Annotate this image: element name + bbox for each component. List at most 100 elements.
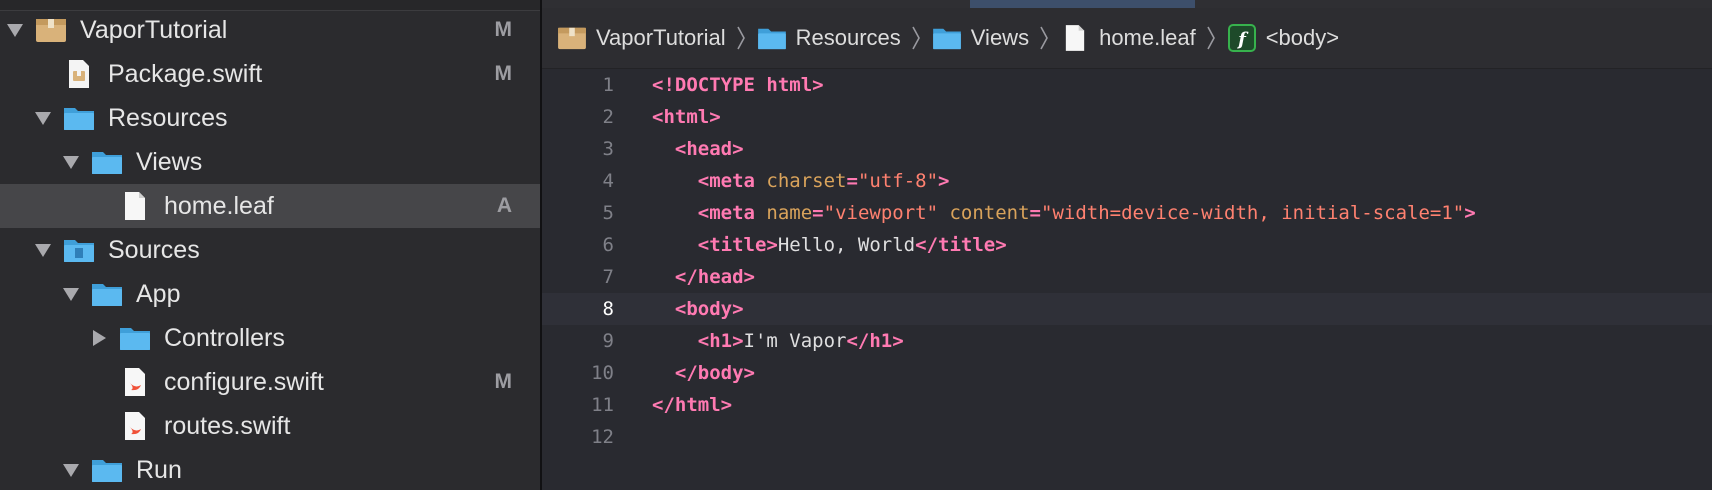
code-token: >	[1464, 202, 1476, 224]
nav-item-label: App	[136, 279, 181, 308]
code-line[interactable]: 5 <meta name="viewport" content="width=d…	[542, 197, 1712, 229]
breadcrumb-vaportutorial[interactable]: VaporTutorial	[556, 24, 726, 52]
folder-icon	[756, 24, 788, 52]
nav-item-label: Resources	[108, 103, 228, 132]
breadcrumb-home-leaf[interactable]: home.leaf	[1059, 24, 1196, 52]
project-package-icon	[556, 24, 588, 52]
line-number: 11	[591, 394, 614, 416]
nav-item-label: Package.swift	[108, 59, 263, 88]
code-token: charset	[766, 170, 847, 192]
code-token: </body>	[674, 362, 755, 384]
file-icon	[1059, 24, 1091, 52]
code-area[interactable]: 1 <!DOCTYPE html> 2 <html> 3 <head> 4 <meta c…	[542, 69, 1712, 490]
folder-icon	[62, 103, 96, 133]
code-line[interactable]: 1 <!DOCTYPE html>	[542, 69, 1712, 101]
breadcrumb-label: Views	[970, 25, 1030, 50]
project-package-icon	[34, 15, 68, 45]
disclosure-expanded-icon[interactable]	[60, 459, 82, 481]
nav-item-label: configure.swift	[164, 367, 324, 396]
jump-bar: VaporTutorial Resources Views home.leaf …	[542, 8, 1712, 69]
nav-item-run[interactable]: Run	[0, 448, 540, 490]
breadcrumb-views[interactable]: Views	[931, 24, 1029, 52]
nav-item-sources[interactable]: Sources	[0, 228, 540, 272]
code-line[interactable]: 11 </html>	[542, 389, 1712, 421]
folder-icon	[118, 323, 152, 353]
nav-item-configure-swift[interactable]: configure.swift M	[0, 360, 540, 404]
code-line[interactable]: 4 <meta charset="utf-8">	[542, 165, 1712, 197]
code-line[interactable]: 2 <html>	[542, 101, 1712, 133]
swift-file-icon	[118, 367, 152, 397]
code-token: =	[812, 202, 824, 224]
code-token: >	[938, 170, 950, 192]
nav-item-views[interactable]: Views	[0, 140, 540, 184]
folder-icon	[90, 455, 124, 485]
disclosure-expanded-icon[interactable]	[32, 239, 54, 261]
breadcrumb-body[interactable]: f <body>	[1226, 24, 1339, 52]
nav-item-resources[interactable]: Resources	[0, 96, 540, 140]
nav-item-label: Sources	[108, 235, 200, 264]
nav-item-controllers[interactable]: Controllers	[0, 316, 540, 360]
disclosure-collapsed-icon[interactable]	[88, 327, 110, 349]
nav-item-label: Controllers	[164, 323, 285, 352]
disclosure-expanded-icon[interactable]	[60, 283, 82, 305]
code-token: content	[949, 202, 1030, 224]
line-number: 12	[591, 426, 614, 448]
code-token: </head>	[674, 266, 755, 288]
line-number: 5	[602, 202, 614, 224]
breadcrumb-label: home.leaf	[1099, 25, 1196, 50]
code-line[interactable]: 9 <h1>I'm Vapor</h1>	[542, 325, 1712, 357]
code-line[interactable]: 3 <head>	[542, 133, 1712, 165]
disclosure-expanded-icon[interactable]	[32, 107, 54, 129]
code-token: </h1>	[846, 330, 904, 352]
code-text: </body>	[652, 362, 755, 384]
nav-item-package-swift[interactable]: Package.swift M	[0, 52, 540, 96]
code-token: </title>	[915, 234, 1007, 256]
active-tab-indicator[interactable]	[970, 0, 1195, 8]
code-token: <title>	[697, 234, 778, 256]
code-token: <meta	[697, 202, 767, 224]
nav-item-home-leaf[interactable]: home.leaf A	[0, 184, 540, 228]
line-number: 9	[602, 330, 614, 352]
code-text: <meta charset="utf-8">	[652, 170, 950, 192]
code-line[interactable]: 12	[542, 421, 1712, 453]
code-token: "width=device-width, initial-scale=1"	[1041, 202, 1465, 224]
breadcrumb-label: VaporTutorial	[596, 25, 726, 50]
line-number: 8	[602, 298, 614, 320]
chevron-right-icon	[734, 24, 748, 52]
nav-item-routes-swift[interactable]: routes.swift	[0, 404, 540, 448]
code-token: Hello, World	[777, 234, 916, 256]
code-text: <h1>I'm Vapor</h1>	[652, 330, 904, 352]
code-line[interactable]: 8 <body>	[542, 293, 1712, 325]
code-text: <meta name="viewport" content="width=dev…	[652, 202, 1476, 224]
disclosure-expanded-icon[interactable]	[4, 19, 26, 41]
code-line[interactable]: 6 <title>Hello, World</title>	[542, 229, 1712, 261]
code-text: </html>	[652, 394, 732, 416]
project-navigator: VaporTutorial M Package.swift M Resource…	[0, 0, 540, 490]
code-token: =	[846, 170, 858, 192]
scm-status-badge: A	[496, 194, 512, 217]
code-token: "utf-8"	[857, 170, 939, 192]
code-token: <h1>	[697, 330, 744, 352]
code-text: <head>	[652, 138, 744, 160]
nav-item-vaportutorial[interactable]: VaporTutorial M	[0, 8, 540, 52]
code-token: name	[766, 202, 813, 224]
scm-status-badge: M	[494, 18, 513, 41]
code-token: <!DOCTYPE html>	[652, 74, 824, 96]
sources-folder-icon	[62, 235, 96, 265]
line-number: 10	[591, 362, 614, 384]
nav-item-app[interactable]: App	[0, 272, 540, 316]
code-line[interactable]: 7 </head>	[542, 261, 1712, 293]
breadcrumb-resources[interactable]: Resources	[756, 24, 901, 52]
code-text: </head>	[652, 266, 755, 288]
disclosure-expanded-icon[interactable]	[60, 151, 82, 173]
code-text: <body>	[652, 298, 744, 320]
code-token: <html>	[652, 106, 721, 128]
file-icon	[118, 191, 152, 221]
code-line[interactable]: 10 </body>	[542, 357, 1712, 389]
chevron-right-icon	[1204, 24, 1218, 52]
